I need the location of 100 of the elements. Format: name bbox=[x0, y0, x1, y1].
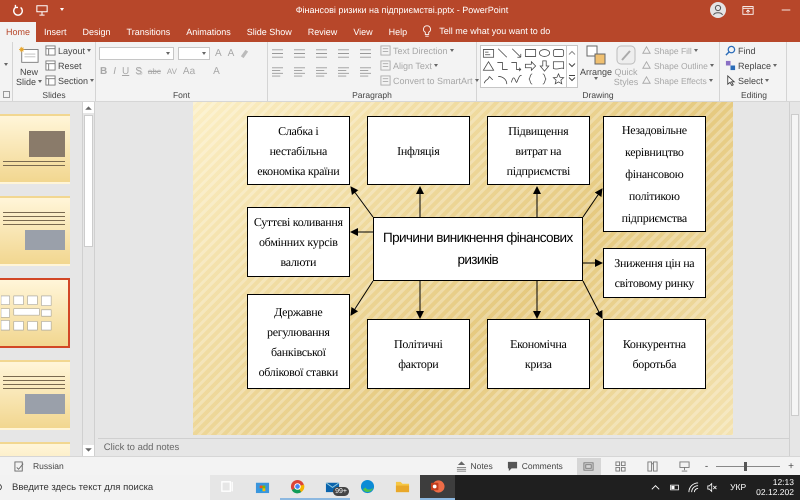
comments-button[interactable]: Comments bbox=[506, 460, 563, 472]
align-center-icon[interactable] bbox=[293, 66, 306, 78]
shape-icon[interactable] bbox=[496, 46, 509, 59]
new-slide-button[interactable]: New Slide bbox=[16, 44, 42, 88]
ribbon-tab[interactable]: Slide Show bbox=[238, 22, 300, 42]
ribbon-tab[interactable]: Review bbox=[300, 22, 346, 42]
ribbon-tab[interactable]: Help bbox=[380, 22, 416, 42]
slide-thumbnail[interactable] bbox=[0, 196, 70, 266]
ribbon-tab[interactable]: Transitions bbox=[118, 22, 178, 42]
connector-arrow bbox=[582, 280, 602, 320]
caret-icon bbox=[773, 64, 778, 68]
shape-icon[interactable] bbox=[524, 46, 537, 59]
shape-format-icon bbox=[641, 45, 652, 56]
shape-icon[interactable] bbox=[482, 46, 495, 59]
customize-caret-icon[interactable] bbox=[60, 8, 64, 12]
columns-icon[interactable] bbox=[359, 66, 372, 78]
ribbon-tab[interactable]: Animations bbox=[178, 22, 239, 42]
speaker-muted-icon[interactable] bbox=[707, 482, 718, 493]
slide-command-button[interactable]: Section bbox=[45, 74, 94, 87]
spelling-check-icon[interactable] bbox=[14, 460, 25, 472]
replace-icon bbox=[725, 60, 736, 72]
view-mode-icon bbox=[615, 460, 626, 472]
editing-command-button[interactable]: Find bbox=[725, 44, 783, 57]
zoom-slider-thumb[interactable] bbox=[744, 462, 747, 471]
wifi-icon[interactable] bbox=[688, 482, 700, 493]
slide-thumbnail[interactable] bbox=[0, 278, 70, 348]
photo-placeholder bbox=[29, 131, 65, 158]
connector-arrow bbox=[532, 186, 541, 218]
group-label: Editing bbox=[740, 88, 768, 102]
diagram-box: Зниження цін на світовому ринку bbox=[602, 248, 706, 298]
caret-icon bbox=[90, 79, 94, 82]
layout-icon bbox=[45, 60, 56, 72]
shape-icon[interactable] bbox=[552, 60, 565, 72]
increase-indent-icon[interactable] bbox=[337, 48, 350, 60]
slide-command-button[interactable]: Layout bbox=[45, 44, 94, 57]
scrollbar-thumb[interactable] bbox=[791, 114, 799, 416]
numbering-icon[interactable] bbox=[293, 48, 306, 60]
bullets-icon[interactable] bbox=[271, 48, 284, 60]
shape-icon[interactable] bbox=[524, 60, 537, 72]
lightbulb-icon bbox=[421, 24, 434, 37]
shape-icon[interactable] bbox=[510, 46, 523, 59]
connector-arrow bbox=[350, 186, 374, 218]
editing-command-button[interactable]: Select bbox=[725, 74, 783, 87]
slide-command-button[interactable]: Reset bbox=[45, 60, 94, 72]
scroll-down-icon[interactable] bbox=[82, 445, 94, 456]
arrange-button[interactable]: Arrange bbox=[581, 44, 611, 88]
language-indicator[interactable]: Russian bbox=[33, 461, 64, 472]
taskbar-app-button[interactable] bbox=[420, 474, 455, 500]
line-spacing-icon[interactable] bbox=[359, 48, 372, 60]
editing-command-button[interactable]: Replace bbox=[725, 60, 783, 72]
scrollbar-thumb[interactable] bbox=[84, 115, 93, 248]
shape-icon[interactable] bbox=[496, 60, 509, 72]
clock-time[interactable]: 12:13 bbox=[772, 477, 794, 488]
shape-icon[interactable] bbox=[552, 46, 565, 59]
shape-icon[interactable] bbox=[496, 73, 509, 86]
zoom-out-button[interactable]: - bbox=[704, 460, 708, 472]
group-label: Drawing bbox=[581, 88, 615, 102]
decrease-indent-icon[interactable] bbox=[315, 48, 328, 60]
text-box-icon bbox=[380, 45, 391, 56]
zoom-in-button[interactable]: + bbox=[788, 460, 794, 472]
ribbon-tab[interactable]: View bbox=[345, 22, 381, 42]
cursor-icon bbox=[725, 75, 736, 86]
view-mode-button[interactable] bbox=[576, 458, 601, 475]
group-label: Font bbox=[172, 88, 191, 102]
dialog-launcher-icon[interactable] bbox=[2, 91, 10, 98]
shape-icon[interactable] bbox=[510, 60, 523, 72]
input-language-indicator[interactable]: УКР bbox=[730, 482, 746, 492]
taskbar-search-field[interactable]: Введите здесь текст для поиска bbox=[0, 474, 210, 500]
caret-icon bbox=[202, 52, 206, 56]
shape-icon[interactable] bbox=[510, 73, 523, 86]
presentation-icon[interactable] bbox=[36, 4, 48, 16]
shape-icon[interactable] bbox=[538, 46, 551, 59]
scroll-up-icon[interactable] bbox=[82, 102, 94, 114]
shape-icon[interactable] bbox=[482, 60, 495, 72]
notes-button[interactable]: Notes bbox=[456, 460, 493, 472]
shape-format-icon bbox=[641, 75, 652, 86]
clock-date[interactable]: 02.12.202 bbox=[756, 487, 794, 498]
caret-icon bbox=[166, 52, 170, 56]
tell-me-search[interactable]: Tell me what you want to do bbox=[439, 26, 550, 36]
ribbon-tab[interactable]: Home bbox=[0, 22, 36, 42]
layout-icon bbox=[45, 45, 56, 56]
view-mode-icon bbox=[583, 460, 594, 472]
slide-thumbnail[interactable] bbox=[0, 360, 70, 430]
ribbon-display-icon[interactable] bbox=[742, 4, 754, 16]
new-slide-icon bbox=[19, 44, 39, 65]
caret-icon[interactable] bbox=[4, 63, 8, 66]
window-title: Фінансові ризики на підприємстві.pptx - PowerPoint bbox=[294, 4, 510, 15]
diagram-central-box: Причини виникнення фінансових ризиків bbox=[372, 217, 583, 282]
slide-thumbnail[interactable] bbox=[0, 114, 70, 184]
justify-icon[interactable] bbox=[337, 66, 350, 78]
connector-arrow bbox=[350, 228, 374, 236]
ribbon-tab[interactable]: Design bbox=[74, 22, 119, 42]
undo-icon[interactable] bbox=[12, 4, 24, 16]
account-avatar-icon[interactable] bbox=[710, 2, 726, 18]
shape-icon[interactable] bbox=[538, 60, 551, 72]
shape-icon[interactable] bbox=[552, 73, 565, 86]
align-left-icon[interactable] bbox=[271, 66, 284, 78]
align-right-icon[interactable] bbox=[315, 66, 328, 78]
ribbon-tab[interactable]: Insert bbox=[36, 22, 75, 42]
search-icon bbox=[725, 45, 736, 56]
